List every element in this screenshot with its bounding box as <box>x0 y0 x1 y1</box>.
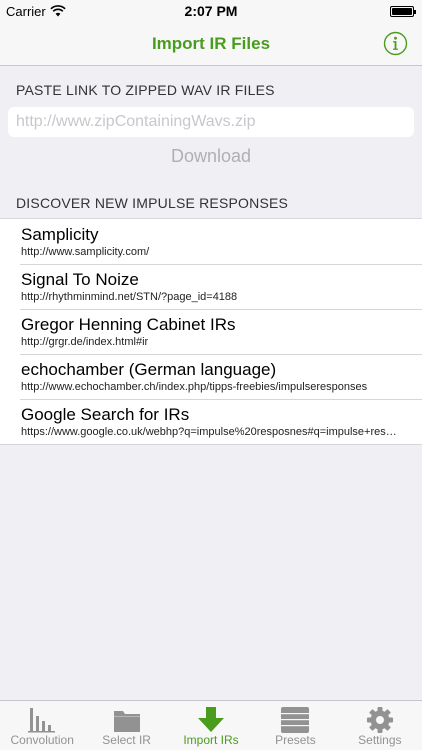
page-title: Import IR Files <box>151 34 271 53</box>
status-time: 2:07 PM <box>184 3 238 19</box>
list-item-signal-to-noize[interactable]: Signal To Noize http://rhythminmind.net/… <box>0 264 422 309</box>
list-item-google-search[interactable]: Google Search for IRs https://www.google… <box>0 399 422 444</box>
list-item-samplicity[interactable]: Samplicity http://www.samplicity.com/ <box>0 219 422 264</box>
tab-import-irs[interactable]: Import IRs <box>169 701 253 750</box>
tab-label: Settings <box>358 733 402 747</box>
bar-chart-icon <box>28 708 56 733</box>
list-item-title: Google Search for IRs <box>21 405 190 424</box>
list-icon <box>281 707 310 733</box>
list-item-title: echochamber (German language) <box>21 360 277 379</box>
tab-presets[interactable]: Presets <box>253 701 337 750</box>
list-item-gregor-henning[interactable]: Gregor Henning Cabinet IRs http://grgr.d… <box>0 309 422 354</box>
list-item-title: Gregor Henning Cabinet IRs <box>21 315 236 334</box>
list-item-title: Signal To Noize <box>21 270 139 289</box>
tab-label: Import IRs <box>183 733 239 747</box>
tab-label: Convolution <box>10 733 74 747</box>
tab-label: Select IR <box>102 733 151 747</box>
tab-label: Presets <box>275 733 316 747</box>
tab-convolution[interactable]: Convolution <box>0 701 84 750</box>
folder-icon <box>113 711 140 732</box>
info-icon[interactable] <box>383 31 408 56</box>
paste-link-section-header: PASTE LINK TO ZIPPED WAV IR FILES <box>16 82 275 98</box>
list-item-url: http://www.samplicity.com/ <box>21 246 150 258</box>
list-item-url: http://www.echochamber.ch/index.php/tipp… <box>21 381 368 393</box>
status-bar: Carrier 2:07 PM <box>0 0 422 22</box>
download-arrow-icon <box>198 707 225 732</box>
zip-url-input[interactable] <box>8 107 414 137</box>
tab-bar: Convolution Select IR Import IRs Presets <box>0 700 422 750</box>
list-item-title: Samplicity <box>21 225 99 244</box>
discover-section-header: DISCOVER NEW IMPULSE RESPONSES <box>16 195 289 211</box>
ir-source-list: Samplicity http://www.samplicity.com/ Si… <box>0 218 422 445</box>
list-item-url: https://www.google.co.uk/webhp?q=impulse… <box>21 426 401 438</box>
download-button[interactable]: Download <box>0 144 422 168</box>
gear-icon <box>366 707 393 733</box>
battery-icon <box>390 6 416 17</box>
list-item-url: http://grgr.de/index.html#ir <box>21 336 149 348</box>
tab-select-ir[interactable]: Select IR <box>84 701 168 750</box>
navigation-bar: Import IR Files <box>0 22 422 66</box>
tab-settings[interactable]: Settings <box>338 701 422 750</box>
list-item-url: http://rhythminmind.net/STN/?page_id=418… <box>21 291 238 303</box>
list-item-echochamber[interactable]: echochamber (German language) http://www… <box>0 354 422 399</box>
